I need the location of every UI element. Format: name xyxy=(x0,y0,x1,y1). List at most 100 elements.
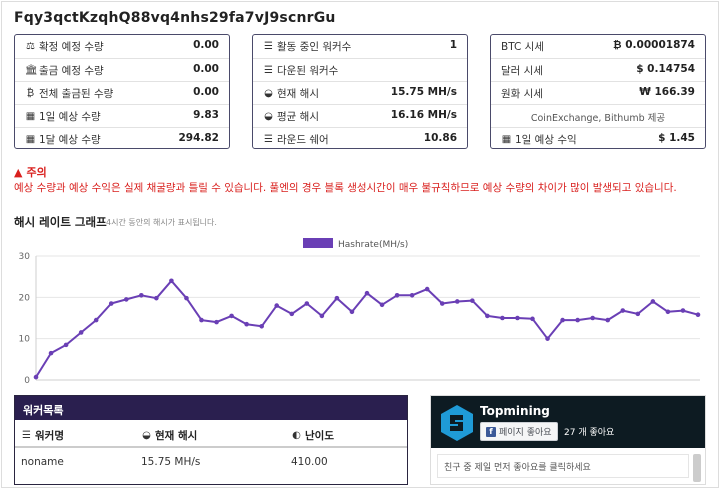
hashrate-data-point xyxy=(635,311,641,317)
worker-cell-difficulty: 410.00 xyxy=(291,456,328,468)
workers-value: 10.86 xyxy=(423,132,457,144)
price-value: 166.39 xyxy=(654,86,695,98)
gauge-icon: ◒ xyxy=(142,430,151,441)
hashrate-chart: 0 10 20 30 Hashrate(MH/s) xyxy=(19,238,701,386)
facebook-banner[interactable]: Topmining f 페이지 좋아요 27 개 좋아요 xyxy=(431,396,705,448)
worker-header-label: 워커명 xyxy=(35,430,64,442)
calculator-icon: ▦ xyxy=(25,111,36,122)
legend-swatch xyxy=(303,238,333,248)
y-tick-label: 0 xyxy=(24,376,30,386)
worker-list-panel: 워커목록 ☰ 워커명 ◒ 현재 해시 ◐ 난이도 noname 15.75 MH… xyxy=(14,395,408,485)
dollar-symbol: $ xyxy=(636,63,644,75)
graph-subtitle: 4시간 동안의 해시가 표시됩니다. xyxy=(106,218,217,227)
server-icon: ☰ xyxy=(22,430,31,441)
hashrate-data-point xyxy=(620,308,626,313)
workers-label: 다운된 워커수 xyxy=(277,65,339,77)
warning-text: 예상 수량과 예상 수익은 실제 채굴량과 틀릴 수 있습니다. 풀엔의 경우 … xyxy=(14,182,677,194)
hashrate-data-point xyxy=(349,309,355,315)
workers-value: 1 xyxy=(449,39,457,51)
hashrate-data-point xyxy=(665,309,671,315)
price-source-row: CoinExchange, Bithumb 제공 xyxy=(491,104,705,127)
earnings-row: 🏛 출금 예정 수량 0.00 xyxy=(15,58,229,81)
hashrate-data-point xyxy=(319,313,325,319)
worker-header-hash: ◒ 현재 해시 xyxy=(141,428,197,443)
workers-label: 현재 해시 xyxy=(277,88,319,100)
hashrate-data-point xyxy=(78,330,84,335)
workers-value: 16.16 MH/s xyxy=(390,109,457,121)
hashrate-data-point xyxy=(409,292,415,298)
worker-header-name: ☰ 워커명 xyxy=(21,428,64,443)
calculator-icon: ▦ xyxy=(25,134,36,145)
hashrate-data-point xyxy=(289,311,295,317)
server-icon: ☰ xyxy=(264,134,273,145)
hashrate-data-point xyxy=(590,315,595,321)
price-row: BTC 시세 ₿ 0.00001874 xyxy=(491,35,705,58)
hashrate-data-point xyxy=(695,312,701,317)
warning-heading-text: 주의 xyxy=(26,166,47,179)
workers-row: ◒ 평균 해시 16.16 MH/s xyxy=(253,104,467,127)
legend-label: Hashrate(MH/s) xyxy=(338,240,408,250)
price-label: 원화 시세 xyxy=(501,88,543,100)
workers-row: ☰ 다운된 워커수 xyxy=(253,58,467,81)
workers-label: 활동 중인 워커수 xyxy=(277,41,352,53)
hashrate-data-point xyxy=(274,303,280,308)
worker-header-label: 현재 해시 xyxy=(155,430,198,442)
hashrate-data-point xyxy=(379,302,385,308)
bitcoin-icon: ₿ xyxy=(26,88,35,99)
facebook-like-count: 27 개 좋아요 xyxy=(564,428,615,438)
hashrate-data-point xyxy=(454,299,460,304)
y-tick-label: 10 xyxy=(19,335,31,345)
earnings-label: 확정 예정 수량 xyxy=(39,41,104,53)
price-value: $ 1.45 xyxy=(658,132,695,144)
hashrate-data-point xyxy=(364,290,370,296)
facebook-page-name[interactable]: Topmining xyxy=(480,404,550,418)
price-label: 달러 시세 xyxy=(501,65,543,77)
hashrate-data-point xyxy=(575,317,580,323)
warning-icon: ▲ xyxy=(14,165,23,179)
workers-value: 15.75 MH/s xyxy=(390,86,457,98)
hashrate-data-point xyxy=(108,301,114,306)
hashrate-data-point xyxy=(515,315,520,321)
price-card: BTC 시세 ₿ 0.00001874 달러 시세 $ 0.14754 원화 시… xyxy=(490,34,706,149)
earnings-value: 294.82 xyxy=(178,132,219,144)
hashrate-data-point xyxy=(485,313,490,319)
earnings-row: ▦ 1달 예상 수량 294.82 xyxy=(15,127,229,150)
price-label: BTC 시세 xyxy=(501,41,544,53)
hashrate-data-point xyxy=(424,286,430,292)
price-value: 0.14754 xyxy=(647,63,695,75)
worker-list-title: 워커목록 xyxy=(15,396,407,420)
earnings-value: 0.00 xyxy=(193,86,219,98)
hashrate-data-point xyxy=(123,297,129,302)
hashrate-data-point xyxy=(530,316,535,322)
bitcoin-symbol: ₿ xyxy=(613,39,622,51)
earnings-label: 1일 예상 수량 xyxy=(39,111,101,123)
workers-label: 평균 해시 xyxy=(277,111,319,123)
y-tick-label: 20 xyxy=(19,293,31,303)
workers-row: ☰ 라운드 쉐어 10.86 xyxy=(253,127,467,150)
calculator-icon: ▦ xyxy=(501,134,512,145)
facebook-like-button[interactable]: f 페이지 좋아요 xyxy=(480,422,558,441)
earnings-label: 전체 출금된 수량 xyxy=(39,88,114,100)
hashrate-data-point xyxy=(139,292,144,298)
hashrate-data-point xyxy=(439,301,445,306)
workers-label: 라운드 쉐어 xyxy=(277,134,329,146)
facebook-icon: f xyxy=(486,426,496,437)
hashrate-data-point xyxy=(93,317,99,323)
facebook-comment-prompt[interactable]: 친구 중 제일 먼저 좋아요를 클릭하세요 xyxy=(437,454,689,478)
earnings-row: ▦ 1일 예상 수량 9.83 xyxy=(15,104,229,127)
won-symbol: ₩ xyxy=(639,86,651,98)
price-source-note: CoinExchange, Bithumb 제공 xyxy=(530,113,666,124)
hashrate-data-point xyxy=(650,299,656,304)
price-row: 원화 시세 ₩ 166.39 xyxy=(491,81,705,104)
hashrate-data-point xyxy=(199,317,204,323)
scrollbar[interactable] xyxy=(693,454,701,482)
earnings-label: 1달 예상 수량 xyxy=(39,134,101,146)
earnings-row: ⚖ 확정 예정 수량 0.00 xyxy=(15,35,229,58)
balance-icon: ⚖ xyxy=(26,41,35,52)
hashrate-data-point xyxy=(244,321,249,327)
workers-row: ☰ 활동 중인 워커수 1 xyxy=(253,35,467,58)
hashrate-data-point xyxy=(334,295,340,301)
hashrate-data-point xyxy=(680,308,686,313)
y-tick-label: 30 xyxy=(19,252,31,262)
worker-cell-hash: 15.75 MH/s xyxy=(141,456,201,468)
